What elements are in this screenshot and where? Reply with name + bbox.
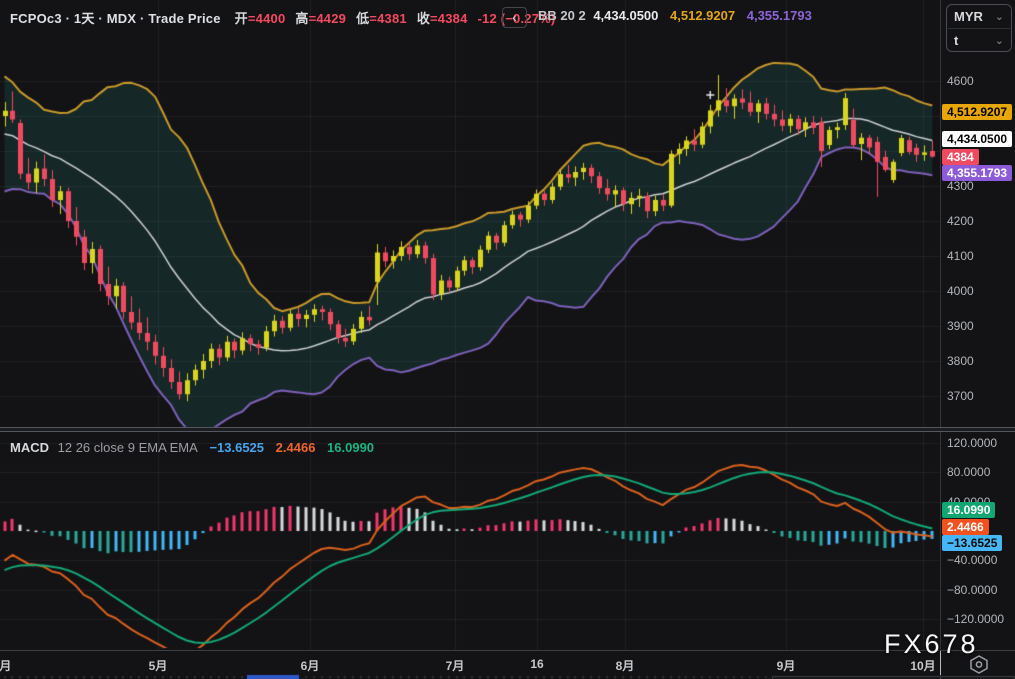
time-tick-label: 8月 (615, 659, 635, 673)
macd-tick-label: 120.0000 (947, 435, 998, 450)
macd-tick-label: 80.0000 (947, 465, 991, 480)
macd-line-tag: 2.4466 (942, 519, 989, 535)
macd-hist-tag: −13.6525 (942, 535, 1003, 551)
macd-title: MACD (10, 440, 49, 455)
symbol-title[interactable]: FCPOc3 · 1天 · MDX · Trade Price (10, 11, 221, 26)
chevron-down-icon: ⌄ (994, 11, 1004, 23)
pane-separator[interactable] (0, 427, 1015, 432)
last-price-tag: 4384 (942, 149, 979, 165)
price-tick-label: 4200 (947, 214, 974, 228)
macd-tick-label: −120.0000 (947, 612, 1005, 627)
symbol-header: FCPOc3 · 1天 · MDX · Trade Price 开=4400 高=4… (10, 8, 555, 27)
chart-canvas[interactable] (0, 0, 1015, 679)
ohlc-high: 高=4429 (295, 11, 347, 26)
macd-indicator-header: MACD 12 26 close 9 EMA EMA −13.6525 2.44… (10, 440, 374, 455)
price-tick-label: 3800 (947, 354, 974, 368)
macd-tick-label: −40.0000 (947, 553, 998, 568)
time-tick-label: 4月 (0, 659, 12, 673)
macd-params: 12 26 close 9 EMA EMA (57, 440, 198, 455)
bb-lower-tag: 4,355.1793 (942, 165, 1013, 181)
macd-signal-value: 16.0990 (327, 440, 375, 455)
bb-basis-value: 4,434.0500 (593, 8, 659, 23)
price-tick-label: 4000 (947, 284, 974, 298)
ohlc-open: 开=4400 (234, 11, 286, 26)
time-tick-label: 16 (530, 657, 544, 671)
macd-hist-value: −13.6525 (209, 440, 265, 455)
time-tick-label: 5月 (148, 659, 168, 673)
price-tick-label: 3900 (947, 319, 974, 333)
bb-upper-value: 4,512.9207 (670, 8, 736, 23)
currency-value: MYR (954, 9, 983, 24)
price-tick-label: 4100 (947, 249, 974, 263)
time-tick-label: 6月 (300, 659, 320, 673)
time-tick-label: 9月 (776, 659, 796, 673)
trading-chart-window: FCPOc3 · 1天 · MDX · Trade Price 开=4400 高=4… (0, 0, 1015, 679)
time-tick-label: 7月 (445, 659, 465, 673)
settings-icon[interactable] (966, 654, 992, 676)
collapse-indicators-button[interactable]: ‹ (502, 7, 527, 28)
bb-lower-value: 4,355.1793 (746, 8, 812, 23)
macd-tick-label: −80.0000 (947, 582, 998, 597)
unit-value: t (954, 33, 959, 48)
ohlc-close: 收=4384 (416, 11, 468, 26)
macd-signal-tag: 16.0990 (942, 502, 996, 518)
currency-dropdown[interactable]: MYR ⌄ (947, 5, 1011, 28)
bb-indicator-header: BB 20 2 4,434.0500 4,512.9207 4,355.1793 (538, 8, 812, 23)
macd-line-value: 2.4466 (275, 440, 316, 455)
ohlc-values: 开=4400 高=4429 低=4381 收=4384 (235, 11, 478, 26)
symbol-unit-box: MYR ⌄ t ⌄ (946, 4, 1012, 52)
ohlc-low: 低=4381 (356, 11, 407, 26)
price-tick-label: 4300 (947, 179, 974, 193)
bb-basis-tag: 4,434.0500 (942, 131, 1013, 147)
bb-upper-tag: 4,512.9207 (942, 104, 1013, 120)
watermark: FX678 (884, 629, 979, 659)
bb-title: BB 20 2 (538, 8, 586, 23)
price-axis-border (940, 0, 941, 679)
chevron-down-icon: ⌄ (994, 35, 1004, 47)
time-axis-border (0, 650, 1015, 651)
price-tick-label: 3700 (947, 389, 974, 403)
unit-dropdown[interactable]: t ⌄ (947, 29, 1011, 52)
price-tick-label: 4600 (947, 74, 974, 88)
